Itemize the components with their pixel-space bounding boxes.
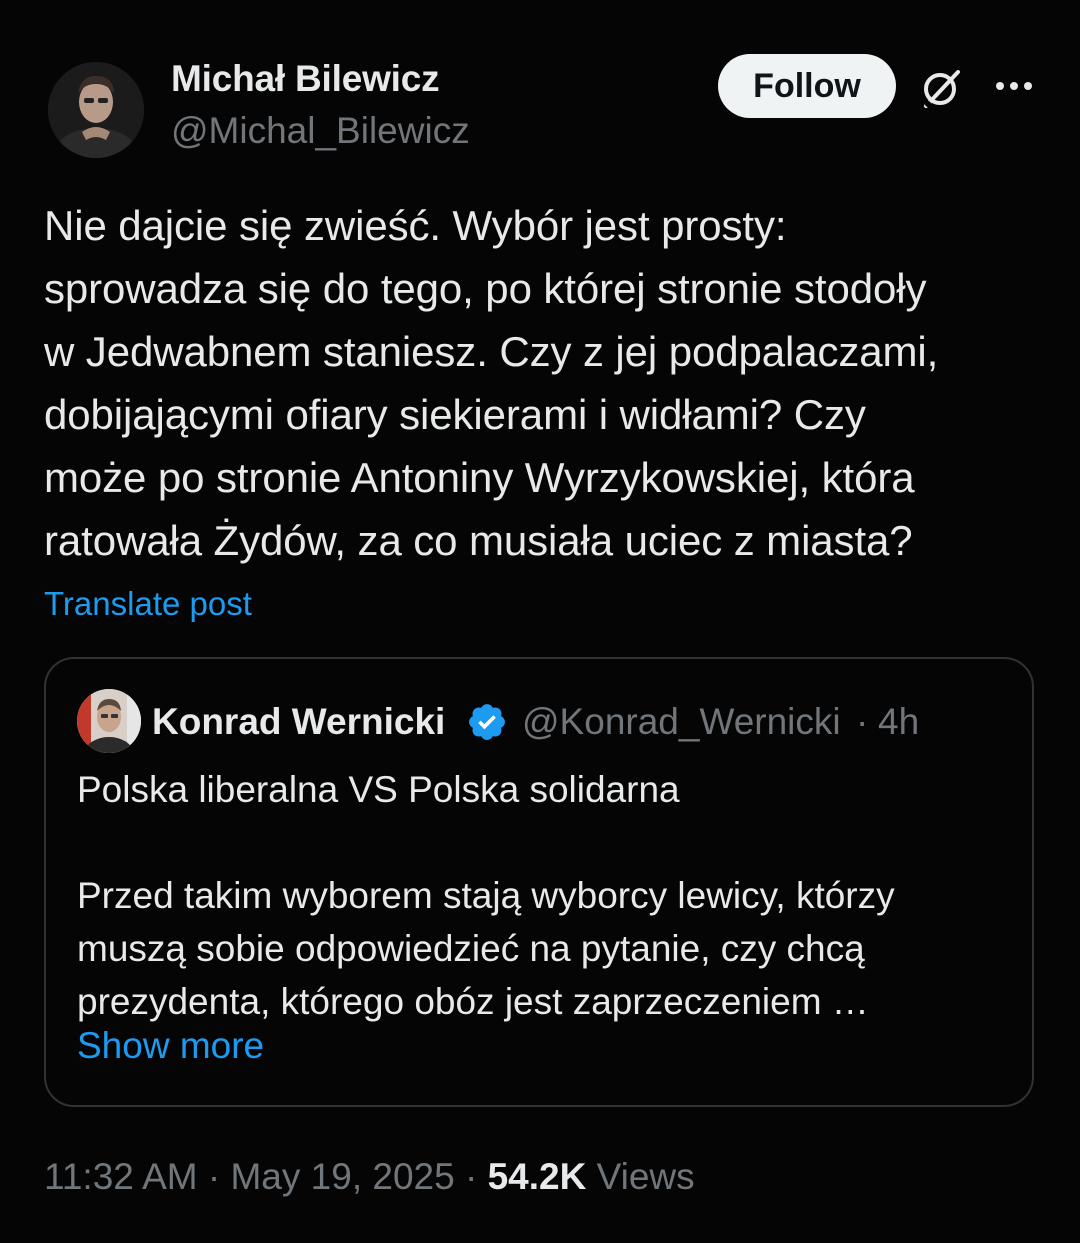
quoted-body-line: prezydenta, którego obóz jest zaprzeczen… <box>77 981 869 1022</box>
author-name[interactable]: Michał Bilewicz <box>171 58 440 100</box>
author-handle[interactable]: @Michal_Bilewicz <box>171 110 470 152</box>
post-line: ratowała Żydów, za co musiała uciec z mi… <box>44 517 913 564</box>
verified-badge-icon <box>466 701 508 743</box>
post-meta: 11:32 AM · May 19, 2025 · 54.2K Views <box>44 1156 695 1198</box>
post-line: może po stronie Antoniny Wyrzykowskiej, … <box>44 454 915 501</box>
quoted-body-line: muszą sobie odpowiedzieć na pytanie, czy… <box>77 928 865 969</box>
meta-separator: · <box>207 1156 221 1197</box>
post-time[interactable]: 11:32 AM <box>44 1156 198 1197</box>
post-line: sprowadza się do tego, po której stronie… <box>44 265 927 312</box>
post-text: Nie dajcie się zwieść. Wybór jest prosty… <box>44 194 1044 572</box>
quoted-author-name[interactable]: Konrad Wernicki <box>152 701 445 743</box>
grok-icon[interactable] <box>918 64 966 112</box>
show-more-link[interactable]: Show more <box>77 1025 264 1067</box>
quoted-separator: · <box>856 701 869 742</box>
post-date[interactable]: May 19, 2025 <box>230 1156 454 1197</box>
quoted-author-handle[interactable]: @Konrad_Wernicki <box>522 701 841 743</box>
quoted-body-line: Przed takim wyborem stają wyborcy lewicy… <box>77 875 895 916</box>
quoted-post[interactable]: Konrad Wernicki @Konrad_Wernicki · 4h Po… <box>44 657 1034 1107</box>
post-line: dobijającymi ofiary siekierami i widłami… <box>44 391 866 438</box>
views-count: 54.2K <box>487 1156 587 1197</box>
quoted-headline: Polska liberalna VS Polska solidarna <box>77 769 680 810</box>
meta-separator: · <box>464 1156 478 1197</box>
views-label: Views <box>596 1156 695 1197</box>
follow-button[interactable]: Follow <box>718 54 896 118</box>
post-line: Nie dajcie się zwieść. Wybór jest prosty… <box>44 202 787 249</box>
quoted-author-avatar[interactable] <box>77 689 141 753</box>
tweet: Michał Bilewicz @Michal_Bilewicz Follow … <box>0 0 1080 1243</box>
post-line: w Jedwabnem staniesz. Czy z jej podpalac… <box>44 328 939 375</box>
quoted-timestamp[interactable]: 4h <box>878 701 919 743</box>
translate-post-link[interactable]: Translate post <box>44 585 252 623</box>
quoted-body: Przed takim wyborem stają wyborcy lewicy… <box>77 869 1017 1028</box>
author-avatar[interactable] <box>48 62 144 158</box>
more-options-icon[interactable] <box>990 66 1038 106</box>
